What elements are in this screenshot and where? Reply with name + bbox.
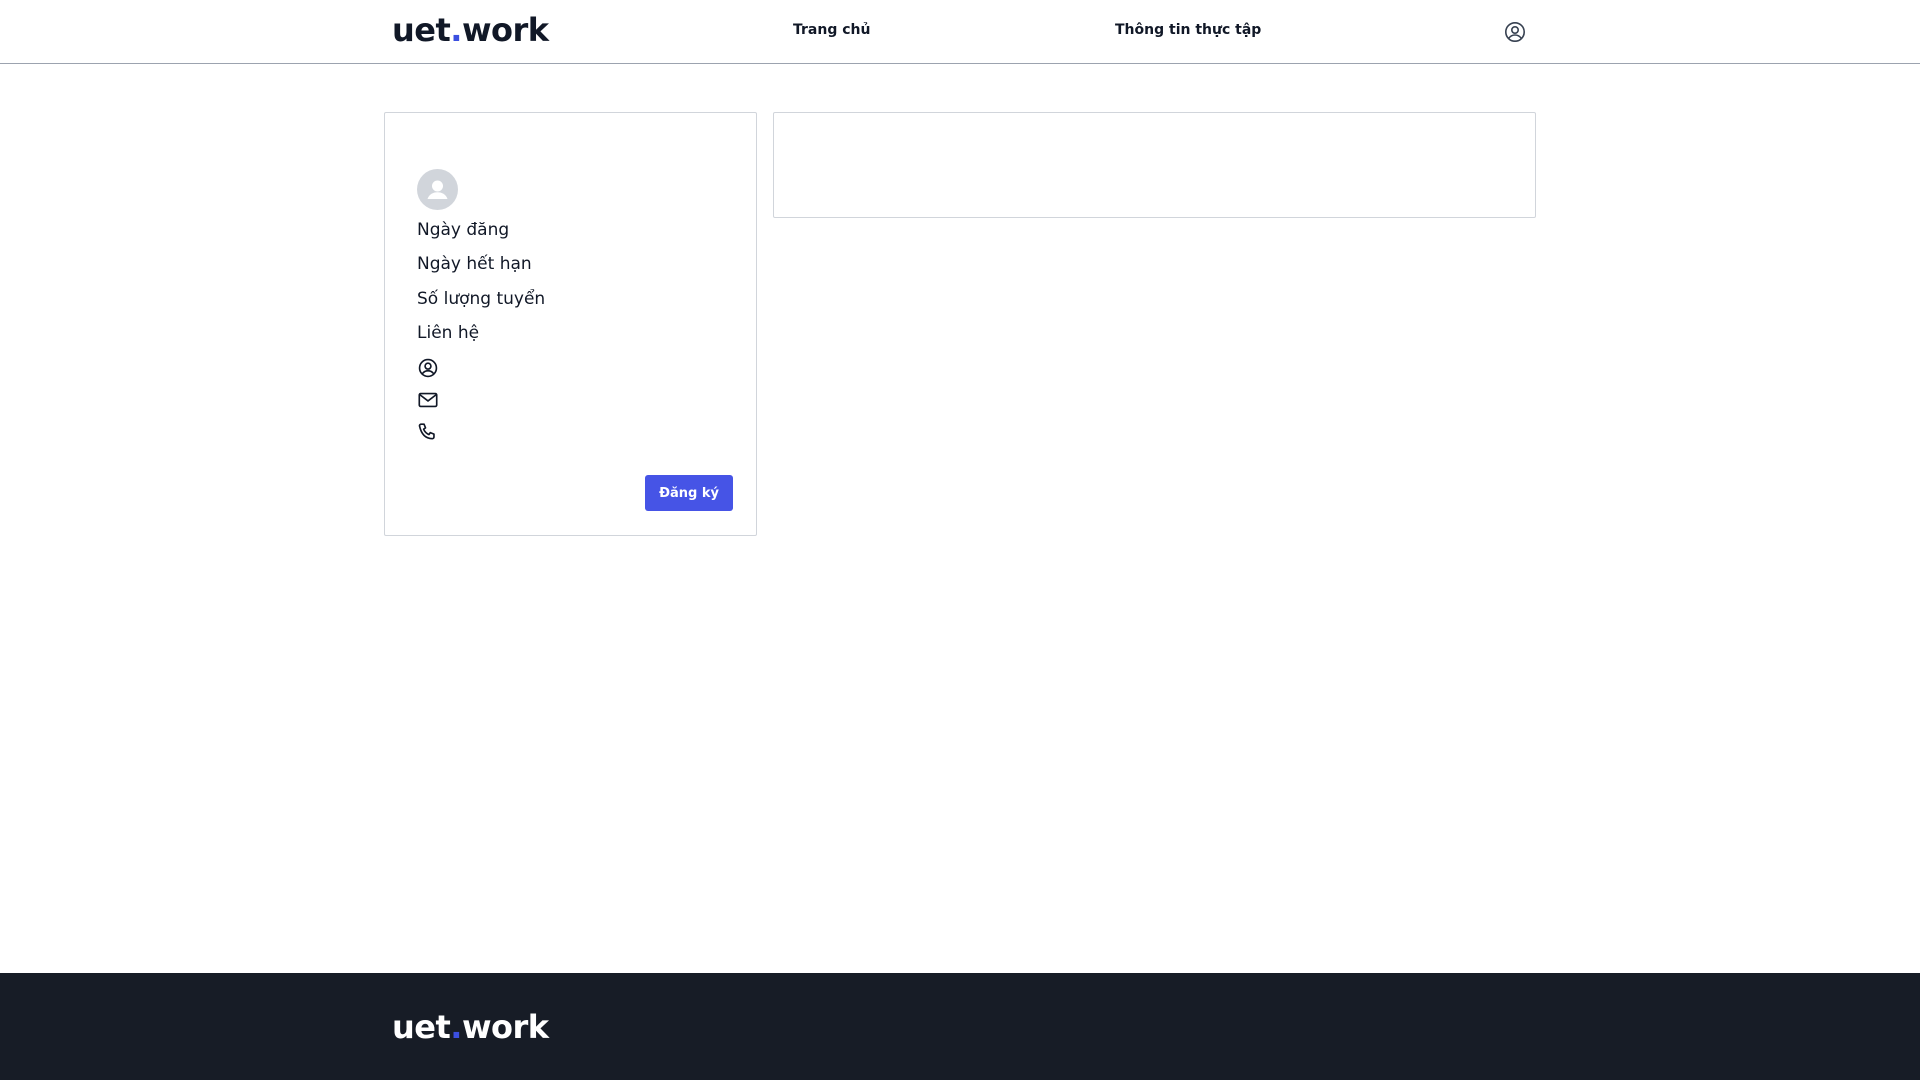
footer: uet.work xyxy=(0,973,1920,1080)
recruit-quantity-label: Số lượng tuyển xyxy=(417,289,546,309)
expiry-date-label: Ngày hết hạn xyxy=(417,254,532,274)
logo-text-work: work xyxy=(461,11,549,49)
footer-logo-text-uet: uet xyxy=(392,1008,451,1046)
register-button[interactable]: Đăng ký xyxy=(645,475,733,511)
logo-text-uet: uet xyxy=(392,11,451,49)
user-avatar-icon xyxy=(417,169,458,210)
user-circle-icon xyxy=(417,357,439,379)
job-info-card: Ngày đăng Ngày hết hạn Số lượng tuyển Li… xyxy=(384,112,757,536)
mail-icon xyxy=(417,389,439,411)
contact-label: Liên hệ xyxy=(417,323,480,343)
logo-link[interactable]: uet.work xyxy=(392,14,549,46)
nav-link-home[interactable]: Trang chủ xyxy=(793,22,870,38)
phone-icon xyxy=(417,421,439,443)
top-navbar: uet.work Trang chủ Thông tin thực tập xyxy=(0,0,1920,64)
account-icon[interactable] xyxy=(1503,20,1527,44)
logo-dot: . xyxy=(450,11,462,49)
footer-logo-dot: . xyxy=(450,1008,462,1046)
footer-logo-text-work: work xyxy=(461,1008,549,1046)
job-detail-card xyxy=(773,112,1536,218)
posted-date-label: Ngày đăng xyxy=(417,220,510,240)
footer-logo-link[interactable]: uet.work xyxy=(392,1011,549,1043)
nav-link-internship-info[interactable]: Thông tin thực tập xyxy=(1115,22,1261,38)
